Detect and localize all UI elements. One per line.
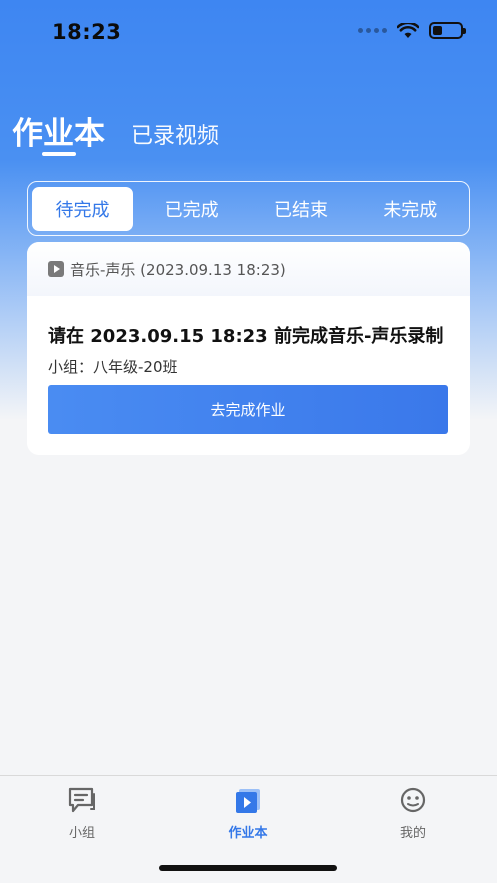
tabbar-item-homework[interactable]: 作业本 <box>208 786 288 841</box>
active-tab-indicator <box>42 152 76 156</box>
card-title: 请在 2023.09.15 18:23 前完成音乐-声乐录制 <box>48 326 444 347</box>
play-icon <box>48 261 64 277</box>
segment-incomplete[interactable]: 未完成 <box>356 187 465 231</box>
battery-icon <box>429 22 466 39</box>
tab-homework[interactable]: 作业本 <box>12 108 105 153</box>
header-tabs: 作业本 已录视频 <box>12 108 219 153</box>
homework-play-icon <box>236 789 260 813</box>
tab-recorded-videos[interactable]: 已录视频 <box>131 118 219 150</box>
segment-completed[interactable]: 已完成 <box>137 187 246 231</box>
tabbar-label: 作业本 <box>228 826 268 841</box>
tabbar-label: 小组 <box>68 826 95 841</box>
tabbar-item-group[interactable]: 小组 <box>42 786 122 841</box>
segment-ended[interactable]: 已结束 <box>246 187 355 231</box>
complete-homework-button[interactable]: 去完成作业 <box>48 385 448 434</box>
card-subject: 音乐-声乐 (2023.09.13 18:23) <box>70 260 286 279</box>
status-bar: 18:23 <box>0 0 497 64</box>
cellular-signal-icon <box>358 28 387 33</box>
home-indicator <box>159 865 337 871</box>
chat-icon <box>68 787 95 813</box>
homework-card: 音乐-声乐 (2023.09.13 18:23) 请在 2023.09.15 1… <box>27 242 470 455</box>
status-segmented-control: 待完成 已完成 已结束 未完成 <box>27 181 470 236</box>
segment-pending[interactable]: 待完成 <box>32 186 133 231</box>
tabbar-label: 我的 <box>399 826 426 841</box>
card-group: 小组：八年级-20班 <box>48 358 178 376</box>
tabbar-item-mine[interactable]: 我的 <box>373 786 453 841</box>
wifi-icon <box>397 22 419 38</box>
smiley-icon <box>400 787 426 813</box>
card-header: 音乐-声乐 (2023.09.13 18:23) <box>27 242 470 296</box>
status-icons <box>358 22 466 39</box>
status-time: 18:23 <box>52 20 122 44</box>
